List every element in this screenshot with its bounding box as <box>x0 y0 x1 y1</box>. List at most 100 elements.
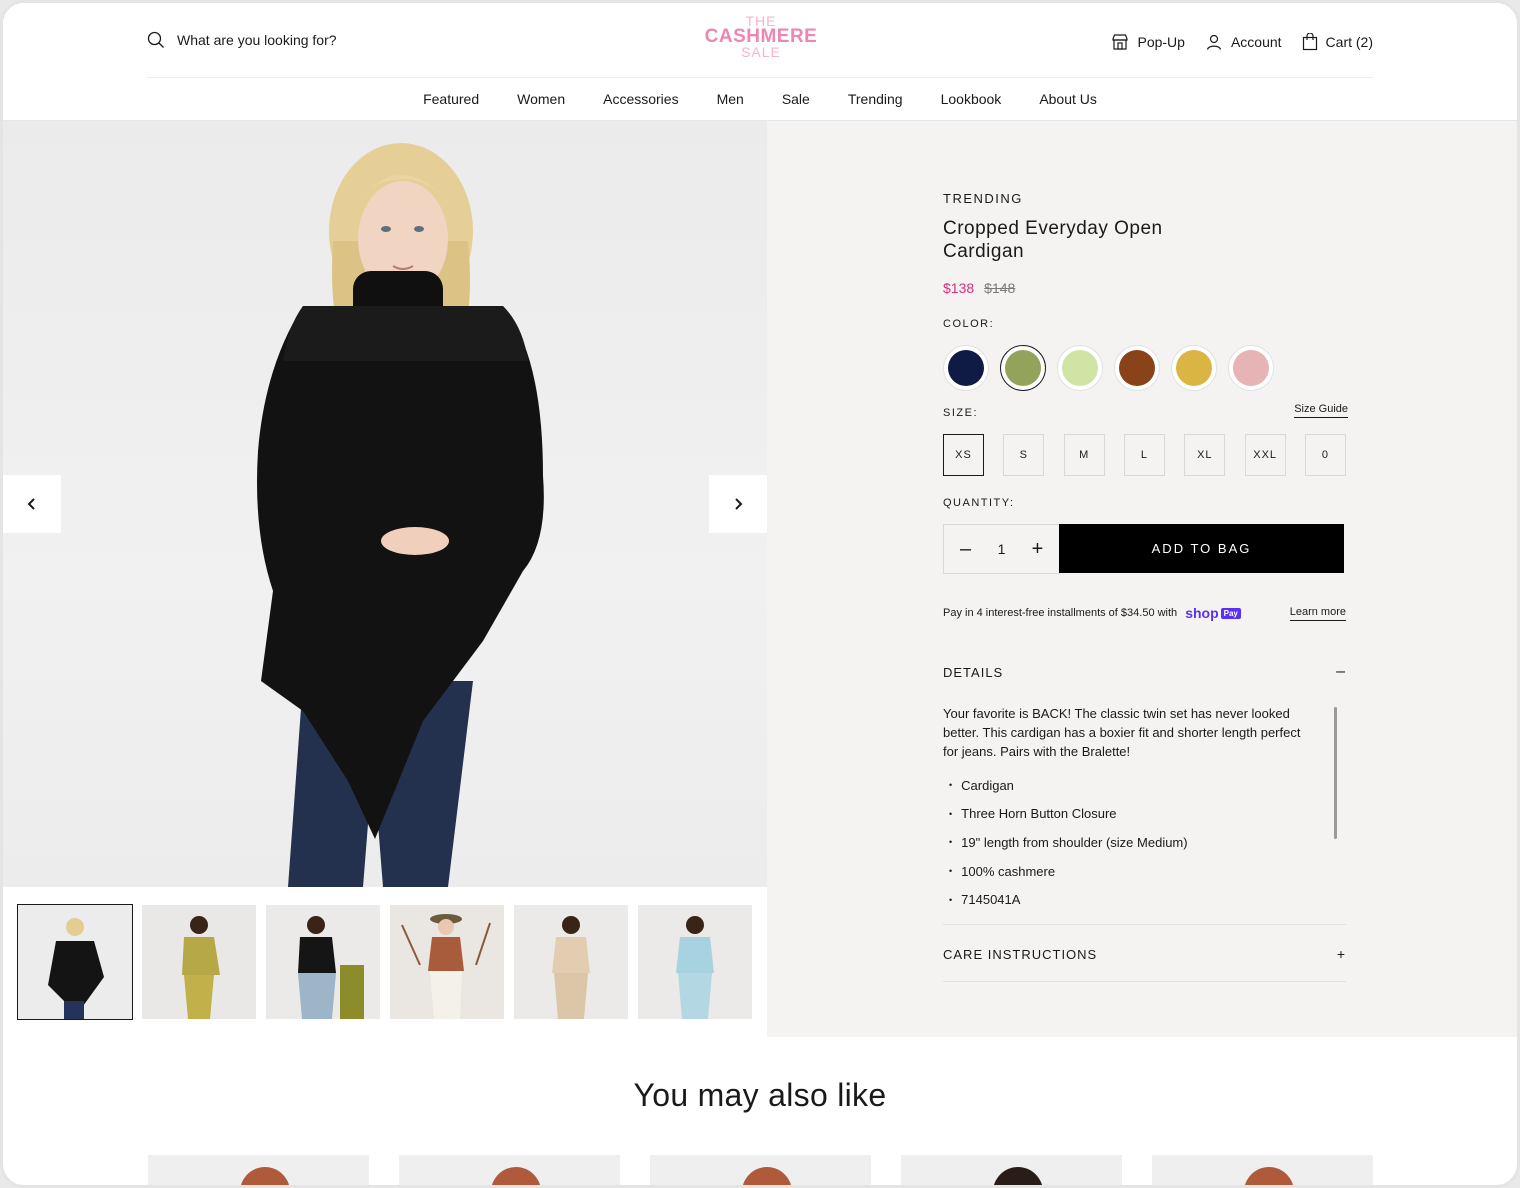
thumbnail-strip <box>17 904 752 1020</box>
details-bullets: Cardigan Three Horn Button Closure 19" l… <box>949 771 1188 914</box>
main-product-image <box>3 121 767 887</box>
collection-tag[interactable]: TRENDING <box>943 191 1023 206</box>
bullet-item: Three Horn Button Closure <box>949 800 1188 829</box>
nav-accessories[interactable]: Accessories <box>603 91 678 107</box>
color-swatch-light-green[interactable] <box>1057 345 1103 391</box>
increase-quantity-button[interactable]: + <box>1026 538 1048 561</box>
thumbnail-4[interactable] <box>390 905 504 1019</box>
quantity-value[interactable]: 1 <box>998 541 1006 557</box>
account-label: Account <box>1230 34 1282 50</box>
nav-featured[interactable]: Featured <box>423 91 479 107</box>
size-m[interactable]: M <box>1063 434 1105 476</box>
shop-pay-logo: shop Pay <box>1185 605 1241 621</box>
size-xxl[interactable]: XXL <box>1244 434 1286 476</box>
product-gallery <box>3 121 767 1037</box>
details-scrollbar[interactable] <box>1334 707 1337 839</box>
thumbnail-3[interactable] <box>266 905 380 1019</box>
cart-link[interactable]: Cart (2) <box>1302 33 1373 51</box>
site-header: THE CASHMERE SALE Pop-Up Account Cart (2… <box>3 3 1517 121</box>
color-swatch-pink[interactable] <box>1228 345 1274 391</box>
thumbnail-6[interactable] <box>638 905 752 1019</box>
nav-men[interactable]: Men <box>717 91 744 107</box>
collapse-icon: – <box>1336 663 1346 680</box>
nav-women[interactable]: Women <box>517 91 565 107</box>
chevron-right-icon <box>735 498 743 510</box>
size-s[interactable]: S <box>1003 434 1045 476</box>
sale-price: $138 <box>943 280 975 296</box>
color-swatch-navy[interactable] <box>943 345 989 391</box>
color-swatches <box>943 345 1274 391</box>
nav-about-us[interactable]: About Us <box>1039 91 1097 107</box>
site-logo[interactable]: THE CASHMERE SALE <box>703 14 819 61</box>
popup-label: Pop-Up <box>1137 34 1185 50</box>
color-swatch-olive[interactable] <box>1000 345 1046 391</box>
popup-link[interactable]: Pop-Up <box>1111 33 1185 51</box>
color-swatch-brown[interactable] <box>1114 345 1160 391</box>
size-l[interactable]: L <box>1123 434 1165 476</box>
bag-icon <box>1302 33 1317 51</box>
decrease-quantity-button[interactable]: – <box>955 538 977 561</box>
search-input[interactable] <box>177 32 437 48</box>
search-bar[interactable] <box>147 31 437 49</box>
accordion-divider <box>943 924 1346 925</box>
learn-more-link[interactable]: Learn more <box>1289 606 1346 621</box>
bullet-item: 100% cashmere <box>949 857 1188 886</box>
size-guide-link[interactable]: Size Guide <box>1294 403 1348 418</box>
main-nav: Featured Women Accessories Men Sale Tren… <box>3 91 1517 107</box>
size-0[interactable]: 0 <box>1304 434 1346 476</box>
recommended-product-card[interactable] <box>650 1155 871 1185</box>
size-label: SIZE: <box>943 407 979 419</box>
details-accordion-header[interactable]: DETAILS – <box>943 663 1346 681</box>
nav-sale[interactable]: Sale <box>782 91 810 107</box>
chevron-left-icon <box>27 498 35 510</box>
header-divider <box>147 77 1373 78</box>
cart-label: Cart (2) <box>1325 34 1373 50</box>
product-title: Cropped Everyday Open Cardigan <box>943 218 1163 262</box>
nav-trending[interactable]: Trending <box>848 91 903 107</box>
recommendations-title: You may also like <box>633 1077 887 1113</box>
installments-message: Pay in 4 interest-free installments of $… <box>943 605 1346 621</box>
recommendations-row <box>148 1155 1373 1185</box>
next-image-button[interactable] <box>709 475 767 533</box>
shop-pay-tag: Pay <box>1220 607 1241 619</box>
user-icon <box>1206 34 1222 50</box>
prev-image-button[interactable] <box>3 475 61 533</box>
recommended-product-card[interactable] <box>901 1155 1122 1185</box>
recommended-product-card[interactable] <box>1152 1155 1373 1185</box>
quantity-stepper: – 1 + <box>943 524 1060 574</box>
price-block: $138 $148 <box>943 280 1015 296</box>
logo-line-3: SALE <box>741 44 781 61</box>
bullet-item: Cardigan <box>949 771 1188 800</box>
compare-price: $148 <box>984 280 1016 296</box>
product-info-panel: TRENDING Cropped Everyday Open Cardigan … <box>767 121 1517 1037</box>
add-to-bag-button[interactable]: ADD TO BAG <box>1059 524 1344 573</box>
size-xl[interactable]: XL <box>1184 434 1226 476</box>
expand-icon: + <box>1336 946 1346 962</box>
details-title: DETAILS <box>943 664 1004 680</box>
size-options: XS S M L XL XXL 0 <box>943 434 1346 476</box>
thumbnail-1[interactable] <box>17 904 133 1020</box>
accordion-divider-bottom <box>943 981 1346 982</box>
bullet-item: 19" length from shoulder (size Medium) <box>949 828 1187 857</box>
browser-frame: THE CASHMERE SALE Pop-Up Account Cart (2… <box>0 0 1520 1188</box>
recommended-product-card[interactable] <box>148 1155 369 1185</box>
model-illustration <box>257 143 544 887</box>
color-label: COLOR: <box>943 318 995 330</box>
color-swatch-mustard[interactable] <box>1171 345 1217 391</box>
details-description: Your favorite is BACK! The classic twin … <box>943 706 1301 759</box>
header-links: Pop-Up Account Cart (2) <box>1111 33 1373 51</box>
care-accordion-header[interactable]: CARE INSTRUCTIONS + <box>943 946 1346 962</box>
shop-pay-word: shop <box>1185 605 1219 621</box>
size-xs[interactable]: XS <box>943 434 984 476</box>
search-icon <box>147 31 164 48</box>
nav-lookbook[interactable]: Lookbook <box>941 91 1002 107</box>
quantity-label: QUANTITY: <box>943 497 1015 509</box>
recommended-product-card[interactable] <box>399 1155 620 1185</box>
account-link[interactable]: Account <box>1205 33 1282 51</box>
installments-text: Pay in 4 interest-free installments of $… <box>943 607 1178 619</box>
store-icon <box>1112 34 1129 50</box>
care-title: CARE INSTRUCTIONS <box>943 946 1098 962</box>
thumbnail-2[interactable] <box>142 905 256 1019</box>
bullet-item: 7145041A <box>949 885 1188 914</box>
thumbnail-5[interactable] <box>514 905 628 1019</box>
